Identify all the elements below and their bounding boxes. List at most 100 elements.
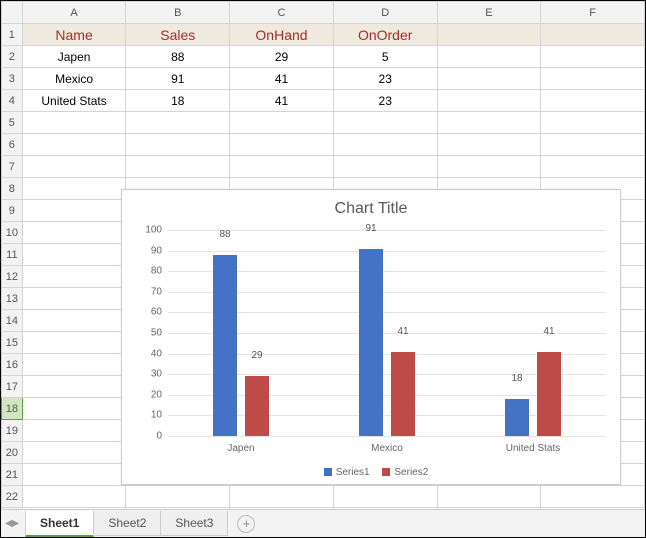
tab-nav-icon[interactable]: ◀ ▶ <box>5 518 17 529</box>
cell[interactable] <box>230 156 334 178</box>
row-header[interactable]: 7 <box>2 156 23 178</box>
cell[interactable] <box>437 24 541 46</box>
cell[interactable] <box>437 486 541 508</box>
cell[interactable] <box>437 156 541 178</box>
cell[interactable]: Name <box>22 24 126 46</box>
row-header[interactable]: 18 <box>2 398 23 420</box>
col-header-F[interactable]: F <box>541 2 645 24</box>
cell[interactable] <box>230 112 334 134</box>
cell[interactable]: 41 <box>230 90 334 112</box>
cell[interactable]: 18 <box>126 90 230 112</box>
new-sheet-icon[interactable]: + <box>237 515 255 533</box>
row-header[interactable]: 22 <box>2 486 23 508</box>
cell[interactable] <box>22 134 126 156</box>
cell[interactable] <box>437 90 541 112</box>
cell[interactable] <box>22 244 126 266</box>
row-header[interactable]: 6 <box>2 134 23 156</box>
cell[interactable] <box>126 134 230 156</box>
row-header[interactable]: 16 <box>2 354 23 376</box>
cell[interactable] <box>22 398 126 420</box>
cell[interactable]: 91 <box>126 68 230 90</box>
col-header-E[interactable]: E <box>437 2 541 24</box>
cell[interactable] <box>22 266 126 288</box>
tab-sheet3[interactable]: Sheet3 <box>160 511 228 536</box>
row-header[interactable]: 4 <box>2 90 23 112</box>
cell[interactable] <box>541 90 645 112</box>
row-header[interactable]: 21 <box>2 464 23 486</box>
row-header[interactable]: 1 <box>2 24 23 46</box>
cell[interactable] <box>541 486 645 508</box>
cell[interactable] <box>541 156 645 178</box>
cell[interactable] <box>437 68 541 90</box>
cell[interactable]: OnHand <box>230 24 334 46</box>
cell[interactable] <box>22 442 126 464</box>
cell[interactable]: 29 <box>230 46 334 68</box>
cell[interactable]: 5 <box>333 46 437 68</box>
cell[interactable]: Japen <box>22 46 126 68</box>
y-tick-label: 70 <box>134 286 168 297</box>
row-header[interactable]: 2 <box>2 46 23 68</box>
row-header[interactable]: 11 <box>2 244 23 266</box>
embedded-chart[interactable]: Chart Title 0102030405060708090100Japen8… <box>121 189 621 485</box>
cell[interactable] <box>541 112 645 134</box>
cell[interactable] <box>437 46 541 68</box>
cell[interactable] <box>22 178 126 200</box>
cell[interactable] <box>22 112 126 134</box>
row-header[interactable]: 17 <box>2 376 23 398</box>
cell[interactable] <box>22 288 126 310</box>
row-header[interactable]: 15 <box>2 332 23 354</box>
col-header-D[interactable]: D <box>333 2 437 24</box>
cell[interactable]: United Stats <box>22 90 126 112</box>
row-header[interactable]: 3 <box>2 68 23 90</box>
tab-sheet2[interactable]: Sheet2 <box>93 511 161 536</box>
cell[interactable] <box>22 420 126 442</box>
cell[interactable] <box>22 332 126 354</box>
cell[interactable] <box>541 46 645 68</box>
cell[interactable] <box>333 112 437 134</box>
cell[interactable]: Sales <box>126 24 230 46</box>
cell[interactable] <box>541 24 645 46</box>
row-header[interactable]: 12 <box>2 266 23 288</box>
cell[interactable] <box>541 68 645 90</box>
cell[interactable]: 41 <box>230 68 334 90</box>
cell[interactable] <box>541 134 645 156</box>
cell[interactable] <box>333 486 437 508</box>
row-header[interactable]: 5 <box>2 112 23 134</box>
cell[interactable] <box>126 112 230 134</box>
cell[interactable]: 88 <box>126 46 230 68</box>
cell[interactable] <box>437 134 541 156</box>
cell[interactable] <box>22 376 126 398</box>
sheet-tab-bar: ◀ ▶ Sheet1 Sheet2 Sheet3 + <box>1 509 645 537</box>
select-all-cell[interactable] <box>2 2 23 24</box>
cell[interactable] <box>333 134 437 156</box>
bar-value-label: 88 <box>219 229 230 242</box>
col-header-A[interactable]: A <box>22 2 126 24</box>
cell[interactable]: Mexico <box>22 68 126 90</box>
cell[interactable] <box>22 486 126 508</box>
tab-sheet1[interactable]: Sheet1 <box>25 511 94 537</box>
col-header-C[interactable]: C <box>230 2 334 24</box>
cell[interactable]: 23 <box>333 90 437 112</box>
cell[interactable] <box>22 354 126 376</box>
cell[interactable] <box>333 156 437 178</box>
cell[interactable] <box>22 222 126 244</box>
cell[interactable] <box>126 486 230 508</box>
row-header[interactable]: 19 <box>2 420 23 442</box>
cell[interactable] <box>230 486 334 508</box>
cell[interactable]: OnOrder <box>333 24 437 46</box>
row-header[interactable]: 13 <box>2 288 23 310</box>
cell[interactable] <box>126 156 230 178</box>
cell[interactable] <box>230 134 334 156</box>
col-header-B[interactable]: B <box>126 2 230 24</box>
cell[interactable] <box>22 156 126 178</box>
row-header[interactable]: 20 <box>2 442 23 464</box>
cell[interactable] <box>437 112 541 134</box>
cell[interactable] <box>22 464 126 486</box>
row-header[interactable]: 9 <box>2 200 23 222</box>
cell[interactable]: 23 <box>333 68 437 90</box>
cell[interactable] <box>22 200 126 222</box>
row-header[interactable]: 10 <box>2 222 23 244</box>
row-header[interactable]: 8 <box>2 178 23 200</box>
row-header[interactable]: 14 <box>2 310 23 332</box>
cell[interactable] <box>22 310 126 332</box>
